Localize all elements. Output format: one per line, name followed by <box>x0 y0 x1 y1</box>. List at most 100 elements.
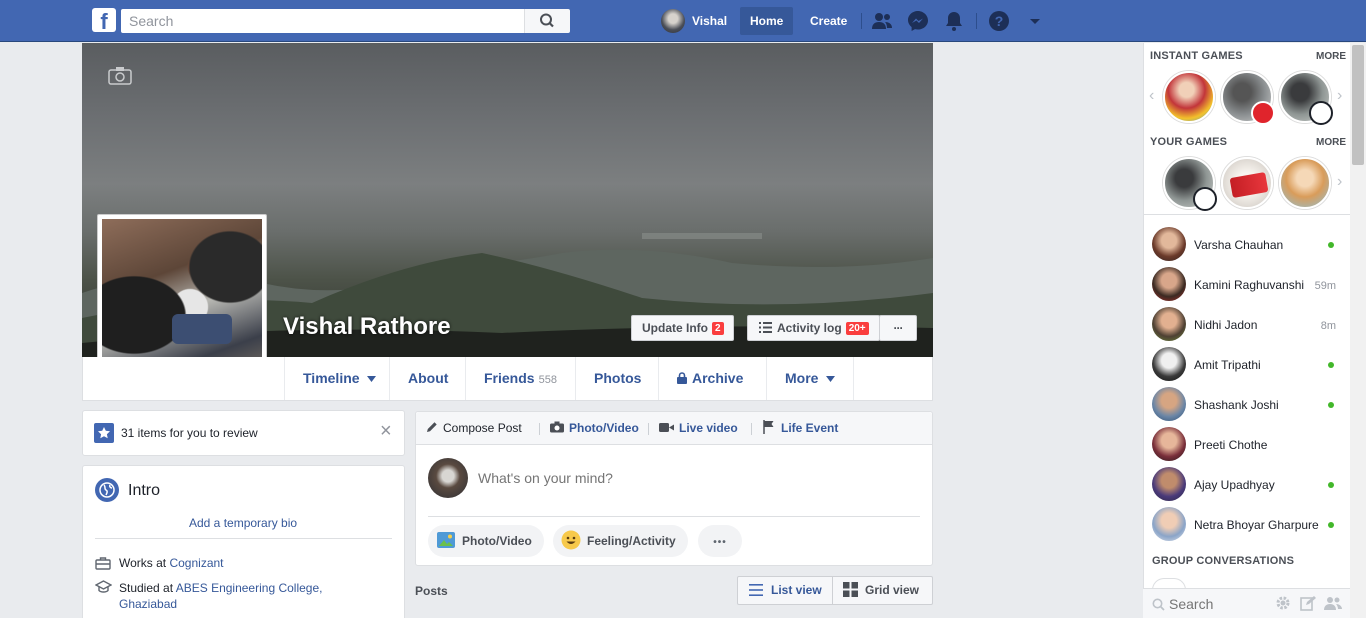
live-video-label: Live video <box>679 421 738 435</box>
tab-timeline[interactable]: Timeline <box>284 357 394 400</box>
contact-row[interactable]: Kamini Raghuvanshi 59m <box>1152 267 1342 303</box>
avatar <box>1152 507 1186 541</box>
divider <box>648 423 649 435</box>
intro-title: Intro <box>128 482 161 499</box>
chat-search-input[interactable] <box>1169 595 1269 613</box>
contact-name: Ajay Upadhyay <box>1194 478 1275 492</box>
contact-row[interactable]: Nidhi Jadon 8m <box>1152 307 1342 343</box>
contact-name: Shashank Joshi <box>1194 398 1279 412</box>
contact-name: Kamini Raghuvanshi <box>1194 278 1305 292</box>
photo-video-button-label: Photo/Video <box>462 534 532 548</box>
chevron-right-icon[interactable]: › <box>1337 173 1342 191</box>
globe-icon <box>95 478 119 502</box>
contact-row[interactable]: Netra Bhoyar Gharpure <box>1152 507 1342 543</box>
notifications-bell-icon[interactable] <box>942 9 966 33</box>
facebook-logo[interactable]: f <box>92 8 116 32</box>
your-game-tile[interactable] <box>1221 157 1273 209</box>
post-text-input[interactable] <box>478 468 918 488</box>
photo-video-tab[interactable]: Photo/Video <box>550 412 639 444</box>
list-icon <box>759 322 772 333</box>
more-dots-icon: ••• <box>713 537 727 548</box>
tab-about[interactable]: About <box>389 357 466 400</box>
avatar <box>1152 227 1186 261</box>
flag-icon <box>763 420 774 434</box>
new-message-icon[interactable] <box>1300 595 1316 611</box>
search-input[interactable] <box>121 9 524 33</box>
live-video-tab[interactable]: Live video <box>659 412 738 444</box>
avatar <box>1152 427 1186 461</box>
your-games-more-link[interactable]: MORE <box>1316 137 1346 148</box>
contact-row[interactable]: Shashank Joshi <box>1152 387 1342 423</box>
chevron-down-icon <box>826 376 836 382</box>
messenger-icon[interactable] <box>906 9 930 33</box>
home-link[interactable]: Home <box>740 7 794 35</box>
compose-post-label: Compose Post <box>443 421 522 435</box>
graduation-cap-icon <box>95 580 112 593</box>
list-icon <box>749 584 763 596</box>
list-view-label: List view <box>771 583 822 597</box>
contact-row[interactable]: Ajay Upadhyay <box>1152 467 1342 503</box>
chat-search-bar <box>1143 588 1350 618</box>
school-city-link[interactable]: Ghaziabad <box>119 597 177 611</box>
instant-game-tile[interactable] <box>1221 71 1275 125</box>
compose-post-tab[interactable]: Compose Post <box>426 412 522 444</box>
tab-photos[interactable]: Photos <box>575 357 659 400</box>
help-icon[interactable]: ? <box>987 9 1011 33</box>
contact-row[interactable]: Preeti Chothe <box>1152 427 1342 463</box>
scrollbar-thumb[interactable] <box>1352 45 1364 165</box>
add-bio-link[interactable]: Add a temporary bio <box>189 516 297 530</box>
close-icon[interactable]: × <box>380 420 392 443</box>
photo-video-button[interactable]: Photo/Video <box>428 525 544 557</box>
account-menu-chevron-icon[interactable] <box>1023 9 1047 33</box>
contact-name: Netra Bhoyar Gharpure <box>1194 518 1319 532</box>
gear-icon[interactable] <box>1275 595 1291 611</box>
life-event-tab[interactable]: Life Event <box>763 412 838 444</box>
tab-archive[interactable]: Archive <box>658 357 761 400</box>
video-camera-icon <box>659 423 674 432</box>
online-status-dot <box>1328 362 1334 368</box>
tab-friends[interactable]: Friends 558 <box>465 357 575 400</box>
studied-at-row: Studied at ABES Engineering College, Ghaz… <box>119 580 389 612</box>
chevron-left-icon[interactable]: ‹ <box>1149 87 1154 105</box>
profile-name: Vishal Rathore <box>283 313 451 340</box>
search-button[interactable] <box>524 9 570 33</box>
life-event-label: Life Event <box>781 421 839 435</box>
online-status-dot <box>1328 482 1334 488</box>
activity-log-label: Activity log <box>777 321 842 335</box>
photo-video-tab-label: Photo/Video <box>569 421 639 435</box>
post-composer: Compose Post Photo/Video Live video Life… <box>415 411 933 566</box>
search-icon <box>1152 598 1165 611</box>
chevron-right-icon[interactable]: › <box>1337 87 1342 105</box>
instant-game-tile[interactable] <box>1163 71 1215 123</box>
your-game-tile[interactable] <box>1279 157 1331 209</box>
contact-row[interactable]: Amit Tripathi <box>1152 347 1342 383</box>
activity-log-button[interactable]: Activity log 20+ <box>747 315 880 341</box>
camera-icon[interactable] <box>108 65 132 85</box>
feeling-activity-button[interactable]: Feeling/Activity <box>553 525 688 557</box>
divider <box>1144 214 1350 215</box>
update-info-button[interactable]: Update Info 2 <box>631 315 734 341</box>
more-dots-icon: ··· <box>893 321 904 335</box>
last-active-time: 8m <box>1320 320 1336 332</box>
grid-view-button[interactable]: Grid view <box>832 576 933 605</box>
avatar <box>1152 467 1186 501</box>
instant-games-more-link[interactable]: MORE <box>1316 51 1346 62</box>
contact-row[interactable]: Varsha Chauhan <box>1152 227 1342 263</box>
divider <box>751 423 752 435</box>
list-view-button[interactable]: List view <box>737 576 833 605</box>
contact-name: Amit Tripathi <box>1194 358 1261 372</box>
tab-friends-label: Friends <box>484 370 535 386</box>
friend-requests-icon[interactable] <box>870 9 894 33</box>
more-options-button[interactable]: ··· <box>879 315 917 341</box>
more-options-button[interactable]: ••• <box>698 525 742 557</box>
employer-link[interactable]: Cognizant <box>169 556 223 570</box>
create-link[interactable]: Create <box>800 7 857 35</box>
tab-more[interactable]: More <box>766 357 855 400</box>
camera-icon <box>550 421 564 433</box>
school-link[interactable]: ABES Engineering College, <box>176 581 323 595</box>
tab-archive-label: Archive <box>692 370 744 386</box>
your-game-tile[interactable] <box>1163 157 1217 211</box>
instant-game-tile[interactable] <box>1279 71 1333 125</box>
review-items-card[interactable]: 31 items for you to review × <box>82 410 405 456</box>
group-icon[interactable] <box>1324 595 1342 611</box>
